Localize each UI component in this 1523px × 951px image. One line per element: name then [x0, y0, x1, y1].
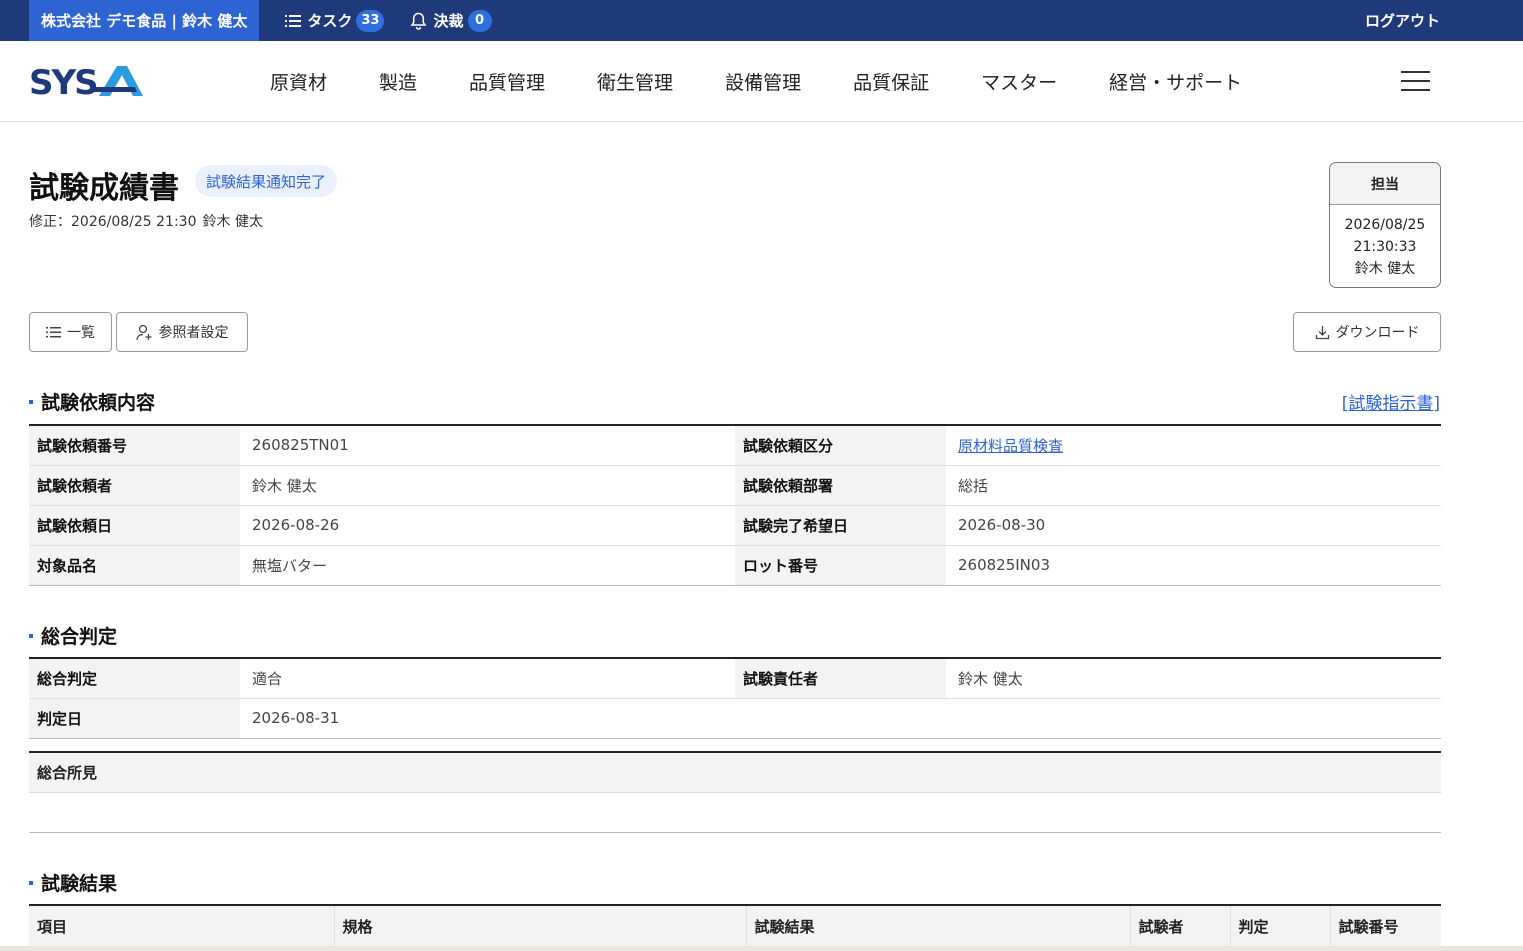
nav-item-manufacturing[interactable]: 製造	[379, 68, 417, 95]
task-count-badge: 33	[356, 9, 385, 32]
field-label: 試験完了希望日	[735, 505, 946, 546]
table-row: 試験依頼日 2026-08-26 試験完了希望日 2026-08-30	[29, 505, 1441, 546]
field-value: 総括	[946, 465, 1441, 506]
approval-time: 21:30:33	[1353, 239, 1417, 255]
nav-item-management[interactable]: 経営・サポート	[1109, 68, 1242, 95]
modified-user: 鈴木 健太	[202, 214, 263, 230]
table-header-row: 項目 規格 試験結果 試験者 判定 試験番号	[29, 905, 1441, 946]
field-value: 260825IN03	[946, 545, 1441, 586]
approval-link[interactable]: 決裁 0	[410, 9, 492, 32]
hamburger-menu-icon[interactable]	[1401, 71, 1430, 91]
field-label: 試験責任者	[735, 658, 946, 699]
download-label: ダウンロード	[1335, 325, 1420, 341]
field-value: 2026-08-26	[240, 505, 735, 546]
modified-datetime: 修正：2026/08/25 21:30	[29, 214, 197, 230]
approval-user: 鈴木 健太	[1354, 261, 1416, 277]
download-icon	[1315, 325, 1329, 339]
status-badge: 試験結果通知完了	[195, 165, 338, 197]
list-icon	[46, 326, 61, 337]
column-header-tester[interactable]: 試験者	[1130, 905, 1231, 946]
main-nav: 原資材 製造 品質管理 衛生管理 設備管理 品質保証 マスター 経営・サポート	[270, 41, 1294, 121]
table-row: 対象品名 無塩バター ロット番号 260825IN03	[29, 545, 1441, 586]
judgement-table: 総合判定 適合 試験責任者 鈴木 健太 判定日 2026-08-31	[29, 657, 1441, 739]
column-header-result[interactable]: 試験結果	[746, 905, 1131, 946]
remarks-label: 総合所見	[29, 753, 1441, 793]
modified-info: 修正：2026/08/25 21:30 鈴木 健太	[29, 211, 263, 231]
nav-item-quality-control[interactable]: 品質管理	[469, 68, 545, 95]
column-header-test-number[interactable]: 試験番号	[1330, 905, 1441, 946]
field-label: ロット番号	[735, 545, 946, 586]
site-header: SYS 原資材 製造 品質管理 衛生管理 設備管理 品質保証 マスター 経営・サ…	[0, 41, 1523, 122]
bell-icon	[411, 12, 427, 30]
list-icon	[285, 14, 302, 27]
field-value: 2026-08-30	[946, 505, 1441, 546]
table-row: 判定日 2026-08-31	[29, 698, 1441, 739]
svg-text:SYS: SYS	[29, 65, 97, 97]
list-button-label: 一覧	[67, 325, 95, 341]
add-user-icon	[135, 324, 151, 340]
test-instruction-link[interactable]: [試験指示書]	[1342, 389, 1440, 414]
column-header-item[interactable]: 項目	[29, 905, 335, 946]
viewer-settings-label: 参照者設定	[158, 325, 229, 341]
field-value: 260825TN01	[240, 425, 735, 466]
field-label: 判定日	[29, 698, 240, 739]
bottom-edge	[0, 946, 1523, 951]
table-row: 試験依頼者 鈴木 健太 試験依頼部署 総括	[29, 465, 1441, 506]
approval-label: 決裁	[433, 12, 464, 30]
field-label: 試験依頼部署	[735, 465, 946, 506]
approval-details: 2026/08/25 21:30:33 鈴木 健太	[1330, 205, 1440, 280]
field-label: 対象品名	[29, 545, 240, 586]
field-label: 試験依頼日	[29, 505, 240, 546]
table-row: 試験依頼番号 260825TN01 試験依頼区分 原材料品質検査	[29, 425, 1441, 466]
company-user-label: 株式会社 デモ食品 | 鈴木 健太	[29, 0, 260, 41]
approval-count-badge: 0	[467, 9, 492, 32]
column-header-spec[interactable]: 規格	[334, 905, 747, 946]
nav-item-master[interactable]: マスター	[981, 68, 1057, 95]
list-button[interactable]: 一覧	[29, 312, 112, 352]
field-value: 適合	[240, 658, 735, 699]
field-value: 鈴木 健太	[240, 465, 735, 506]
column-header-judgement[interactable]: 判定	[1230, 905, 1331, 946]
nav-item-materials[interactable]: 原資材	[270, 68, 327, 95]
request-section-title: 試験依頼内容	[29, 388, 155, 415]
field-value: 無塩バター	[240, 545, 735, 586]
sysa-logo[interactable]: SYS	[29, 63, 143, 103]
field-value: 2026-08-31	[240, 698, 1441, 739]
remarks-value	[29, 793, 1441, 833]
page-title: 試験成績書	[29, 171, 179, 206]
judgement-section-title: 総合判定	[29, 622, 117, 649]
top-bar: 株式会社 デモ食品 | 鈴木 健太 タスク 33 決裁 0 ログアウト	[0, 0, 1523, 41]
request-category-link[interactable]: 原材料品質検査	[958, 437, 1063, 455]
approval-stamp-box: 担当 2026/08/25 21:30:33 鈴木 健太	[1329, 162, 1441, 288]
logo-image: SYS	[29, 63, 143, 103]
field-label: 試験依頼者	[29, 465, 240, 506]
task-label: タスク	[307, 12, 353, 30]
table-row: 総合判定 適合 試験責任者 鈴木 健太	[29, 658, 1441, 699]
field-label: 総合判定	[29, 658, 240, 699]
results-table: 項目 規格 試験結果 試験者 判定 試験番号	[29, 904, 1441, 946]
nav-item-hygiene[interactable]: 衛生管理	[597, 68, 673, 95]
nav-item-equipment[interactable]: 設備管理	[725, 68, 801, 95]
overall-remarks: 総合所見	[29, 751, 1441, 833]
field-value: 鈴木 健太	[946, 658, 1441, 699]
approval-role: 担当	[1330, 163, 1440, 205]
results-section-title: 試験結果	[29, 869, 117, 896]
nav-item-quality-assurance[interactable]: 品質保証	[853, 68, 929, 95]
viewer-settings-button[interactable]: 参照者設定	[116, 312, 248, 352]
logout-button[interactable]: ログアウト	[1365, 0, 1440, 41]
request-table: 試験依頼番号 260825TN01 試験依頼区分 原材料品質検査 試験依頼者 鈴…	[29, 424, 1441, 586]
field-label: 試験依頼区分	[735, 425, 946, 466]
task-link[interactable]: タスク 33	[285, 9, 385, 32]
download-button[interactable]: ダウンロード	[1293, 312, 1441, 352]
approval-date: 2026/08/25	[1344, 217, 1426, 233]
field-label: 試験依頼番号	[29, 425, 240, 466]
